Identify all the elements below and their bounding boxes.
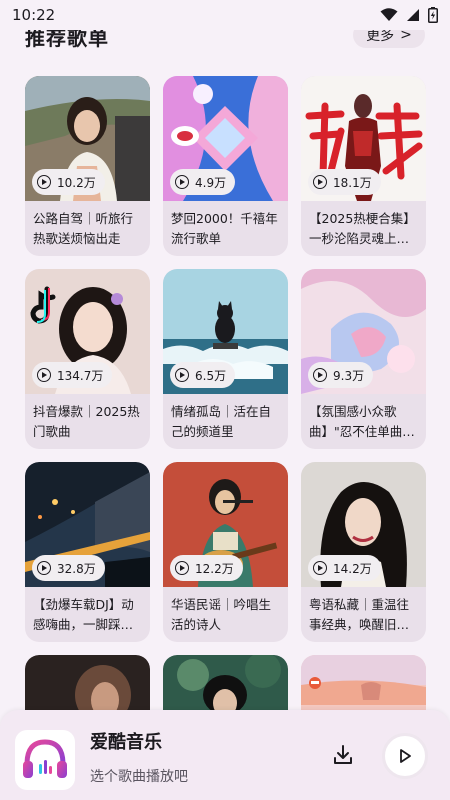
playlist-cover: 6.5万 [163,269,288,394]
play-count-badge: 4.9万 [170,169,236,195]
play-circle-icon [175,368,189,382]
play-count: 9.3万 [333,368,365,383]
playlist-title: 粤语私藏｜重温往事经典，唤醒旧… [309,597,410,632]
play-circle-icon [313,561,327,575]
signal-icon [406,8,420,22]
playlist-title: 【劲爆车载DJ】动感嗨曲，一脚踩… [33,597,134,632]
play-circle-icon [37,368,51,382]
wifi-icon [380,8,398,22]
play-button[interactable] [382,733,428,779]
play-count: 134.7万 [57,368,104,383]
status-bar: 10:22 [0,0,450,30]
play-circle-icon [37,561,51,575]
playlist-cover: 10.2万 [25,76,150,201]
play-count-badge: 32.8万 [32,555,105,581]
play-count: 10.2万 [57,175,96,190]
play-count-badge: 134.7万 [32,362,113,388]
play-count: 14.2万 [333,561,372,576]
player-title: 爱酷音乐 [90,732,162,753]
playlist-card[interactable]: 10.2万 公路自驾｜听旅行热歌送烦恼出走 [25,76,150,256]
play-count-badge: 18.1万 [308,169,381,195]
playlist-card[interactable]: 18.1万 【2025热梗合集】一秒沦陷灵魂上… [301,76,426,256]
play-count-badge: 12.2万 [170,555,243,581]
playlist-cover: 4.9万 [163,76,288,201]
playlist-title: 【2025热梗合集】一秒沦陷灵魂上… [309,211,416,246]
battery-charging-icon [428,7,438,23]
player-subtitle: 选个歌曲播放吧 [90,769,188,785]
playlist-title: 梦回2000！千禧年流行歌单 [171,211,278,246]
playlist-card[interactable]: 4.9万 梦回2000！千禧年流行歌单 [163,76,288,256]
play-count: 12.2万 [195,561,234,576]
play-circle-icon [175,561,189,575]
playlist-card[interactable]: 14.2万 粤语私藏｜重温往事经典，唤醒旧… [301,462,426,642]
play-count: 32.8万 [57,561,96,576]
playlist-cover: 12.2万 [163,462,288,587]
app-logo [15,730,75,790]
play-circle-icon [313,175,327,189]
playlist-cover: 9.3万 [301,269,426,394]
status-icons [380,7,438,23]
playlist-title: 华语民谣｜吟唱生活的诗人 [171,597,272,632]
play-circle-icon [313,368,327,382]
play-count: 4.9万 [195,175,227,190]
playlist-title: 【氛围感小众歌曲】"忍不住单曲… [309,404,415,439]
play-count: 6.5万 [195,368,227,383]
playlist-cover: 14.2万 [301,462,426,587]
playlist-card[interactable]: 9.3万 【氛围感小众歌曲】"忍不住单曲… [301,269,426,449]
play-count-badge: 14.2万 [308,555,381,581]
play-icon [400,749,411,763]
play-count-badge: 6.5万 [170,362,236,388]
playlist-title: 公路自驾｜听旅行热歌送烦恼出走 [33,211,134,246]
play-circle-icon [175,175,189,189]
download-icon [334,745,352,764]
playlist-cover: 134.7万 [25,269,150,394]
headphones-logo-icon [23,739,67,778]
mini-player[interactable]: 爱酷音乐 选个歌曲播放吧 [0,710,450,800]
play-count: 18.1万 [333,175,372,190]
play-count-badge: 9.3万 [308,362,374,388]
download-button[interactable] [330,742,356,768]
playlist-card[interactable]: 32.8万 【劲爆车载DJ】动感嗨曲，一脚踩… [25,462,150,642]
playlist-cover: 18.1万 [301,76,426,201]
playlist-title: 情绪孤岛｜活在自己的频道里 [171,404,272,439]
playlist-card[interactable]: 6.5万 情绪孤岛｜活在自己的频道里 [163,269,288,449]
playlist-grid: 10.2万 公路自驾｜听旅行热歌送烦恼出走 4.9万 梦回2000！千禧年流行歌… [25,76,426,800]
playlist-card[interactable]: 134.7万 抖音爆款｜2025热门歌曲 [25,269,150,449]
playlist-card[interactable]: 12.2万 华语民谣｜吟唱生活的诗人 [163,462,288,642]
status-time: 10:22 [12,6,56,24]
play-count-badge: 10.2万 [32,169,105,195]
play-circle-icon [37,175,51,189]
playlist-title: 抖音爆款｜2025热门歌曲 [33,404,140,439]
playlist-cover: 32.8万 [25,462,150,587]
